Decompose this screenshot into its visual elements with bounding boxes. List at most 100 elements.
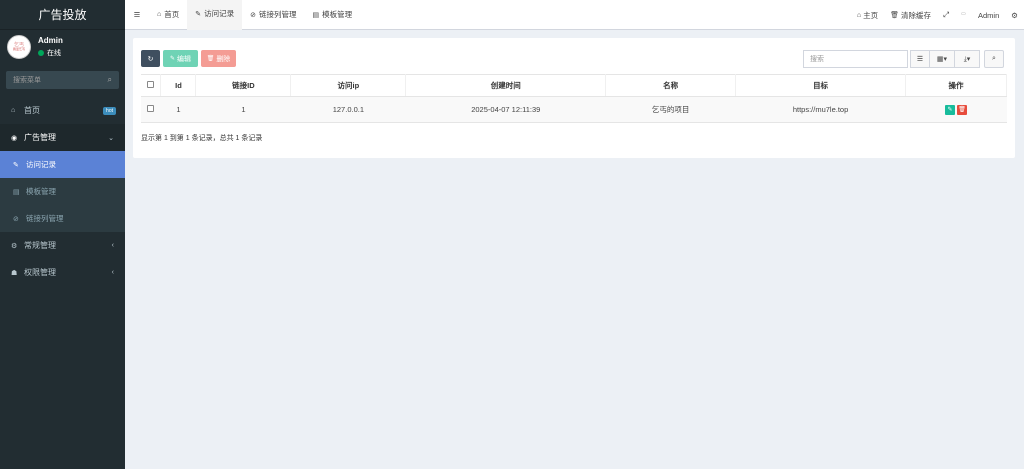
link-icon: ⊘ [250,11,256,19]
row-delete-button[interactable]: 🗑 [957,105,967,115]
tab-label: 模板管理 [322,10,353,19]
export-button[interactable]: ⤓▾ [954,50,980,68]
col-ip[interactable]: 访问ip [290,74,407,97]
sidebar-item-label: 链接列管理 [26,214,64,223]
gears-icon: ⚙ [1011,10,1018,20]
online-dot-icon [38,50,44,56]
home-link-label: 主页 [863,10,879,20]
advanced-search-button[interactable]: ⌕ [984,50,1004,68]
hot-badge: hot [103,106,116,115]
chevron-left-icon: ‹ [111,242,114,249]
columns-button[interactable]: ▦▾ [929,50,955,68]
table-toolbar: ↻ ✎ 编辑 🗑 删除 [141,50,236,67]
sidebar: 广告投放 乞丐 我爱乞丐 Admin 在线 搜索菜单 ⌕ ⌂ 首页 hot ◉ … [0,0,125,469]
home-icon: ⌂ [157,11,162,18]
sidebar-item-template-management[interactable]: ▤ 模板管理 [0,178,125,205]
user-avatar-icon: ▭ [961,11,966,17]
cell-link-id: 1 [195,96,291,123]
tab-home[interactable]: ⌂ 首页 [149,0,187,30]
tab-label: 访问记录 [204,9,235,18]
col-name[interactable]: 名称 [605,74,737,97]
col-id[interactable]: Id [160,74,197,97]
cell-created-time: 2025-04-07 12:11:39 [405,96,606,123]
avatar-text-bottom: 我爱乞丐 [12,47,25,51]
cell-actions: ✎ 🗑 [905,96,1007,123]
topbar: ≡ ⌂ 首页 ✎ 访问记录 ⊘ 链接列管理 ▤ 模板管理 ⌂ 主页 🗑 清除缓存… [125,0,1024,30]
chevron-left-icon: ‹ [111,269,114,276]
row-select-cell [141,96,161,123]
sidebar-item-permission-management[interactable]: ☗ 权限管理 ‹ [0,259,125,286]
col-target[interactable]: 目标 [735,74,907,97]
tab-visit-records[interactable]: ✎ 访问记录 [187,0,243,30]
sidebar-item-label: 广告管理 [24,133,56,142]
grid-icon: ▦▾ [936,56,948,63]
table-search-input[interactable]: 搜索 [803,50,908,68]
trash-icon: 🗑 [890,12,899,19]
chevron-down-icon: ⌄ [108,134,114,142]
delete-button-label: 删除 [216,55,231,63]
app-logo[interactable]: 广告投放 [0,0,125,30]
home-link[interactable]: ⌂ 主页 [851,10,884,21]
cell-target: https://mu7le.top [735,96,906,123]
sidebar-item-label: 常规管理 [24,241,56,250]
list-icon: ☰ [916,56,924,63]
tab-link-management[interactable]: ⊘ 链接列管理 [242,0,304,30]
template-icon: ▤ [13,188,20,196]
cell-id: 1 [160,96,196,123]
cell-ip: 127.0.0.1 [290,96,406,123]
sidebar-item-ad-management[interactable]: ◉ 广告管理 ⌄ [0,124,125,151]
sidebar-item-label: 首页 [24,106,40,115]
select-all-checkbox[interactable] [147,81,155,88]
delete-button[interactable]: 🗑 删除 [201,50,236,67]
home-icon: ⌂ [11,107,16,114]
ad-icon: ◉ [11,134,18,142]
menu-toggle-icon[interactable]: ≡ [125,9,149,21]
tab-template-management[interactable]: ▤ 模板管理 [304,0,360,30]
avatar: 乞丐 我爱乞丐 [7,35,31,59]
toggle-view-button[interactable]: ☰ [910,50,930,68]
sidebar-search-input[interactable]: 搜索菜单 ⌕ [6,71,119,89]
search-icon[interactable]: ⌕ [108,75,112,85]
sidebar-item-label: 模板管理 [26,187,56,196]
refresh-icon: ↻ [147,55,154,63]
row-checkbox[interactable] [147,105,155,112]
table-search-placeholder: 搜索 [810,56,824,63]
col-link-id[interactable]: 链接ID [195,74,292,97]
home-icon: ⌂ [856,11,862,19]
clear-cache-button[interactable]: 🗑 清除缓存 [884,10,937,21]
col-actions: 操作 [905,74,1007,97]
col-created-time[interactable]: 创建时间 [405,74,607,97]
link-icon: ⊘ [13,215,19,223]
clear-cache-label: 清除缓存 [901,10,931,20]
user-menu[interactable]: ▭ Admin [955,11,1005,20]
sidebar-item-home[interactable]: ⌂ 首页 hot [0,97,125,124]
gears-icon: ⚙ [11,242,18,250]
search-icon: ⌕ [992,55,996,62]
trash-icon: 🗑 [206,56,215,62]
ad-submenu: ✎ 访问记录 ▤ 模板管理 ⊘ 链接列管理 [0,151,125,232]
sidebar-item-label: 访问记录 [26,160,56,169]
sidebar-item-link-management[interactable]: ⊘ 链接列管理 [0,205,125,232]
user-name: Admin [38,36,63,45]
sidebar-item-general-management[interactable]: ⚙ 常规管理 ‹ [0,232,125,259]
fullscreen-button[interactable]: ⤢ [937,10,955,20]
table-row[interactable]: 1 1 127.0.0.1 2025-04-07 12:11:39 乞丐的项目 … [141,96,1007,123]
settings-button[interactable]: ⚙ [1005,11,1024,20]
tab-label: 链接列管理 [258,10,297,19]
edit-button[interactable]: ✎ 编辑 [163,50,198,67]
pagination-info: 显示第 1 到第 1 条记录，总共 1 条记录 [141,135,263,142]
refresh-button[interactable]: ↻ [141,50,160,67]
pencil-icon: ✎ [195,10,202,18]
pencil-icon: ✎ [13,161,19,169]
user-panel: 乞丐 我爱乞丐 Admin 在线 [0,30,125,64]
row-edit-button[interactable]: ✎ [945,105,955,115]
export-icon: ⤓▾ [963,55,971,63]
tab-label: 首页 [164,10,180,19]
table-header-row: Id 链接ID 访问ip 创建时间 名称 目标 操作 [141,74,1007,97]
sidebar-item-label: 权限管理 [24,268,56,277]
users-icon: ☗ [11,269,18,277]
records-table: Id 链接ID 访问ip 创建时间 名称 目标 操作 1 1 127.0.0.1… [141,74,1007,123]
table-view-tools: ☰ ▦▾ ⤓▾ ⌕ [910,50,1004,68]
sidebar-item-visit-records[interactable]: ✎ 访问记录 [0,151,125,178]
content-panel: ↻ ✎ 编辑 🗑 删除 搜索 ☰ ▦▾ ⤓▾ ⌕ Id 链接ID 访问ip 创建… [133,38,1015,158]
